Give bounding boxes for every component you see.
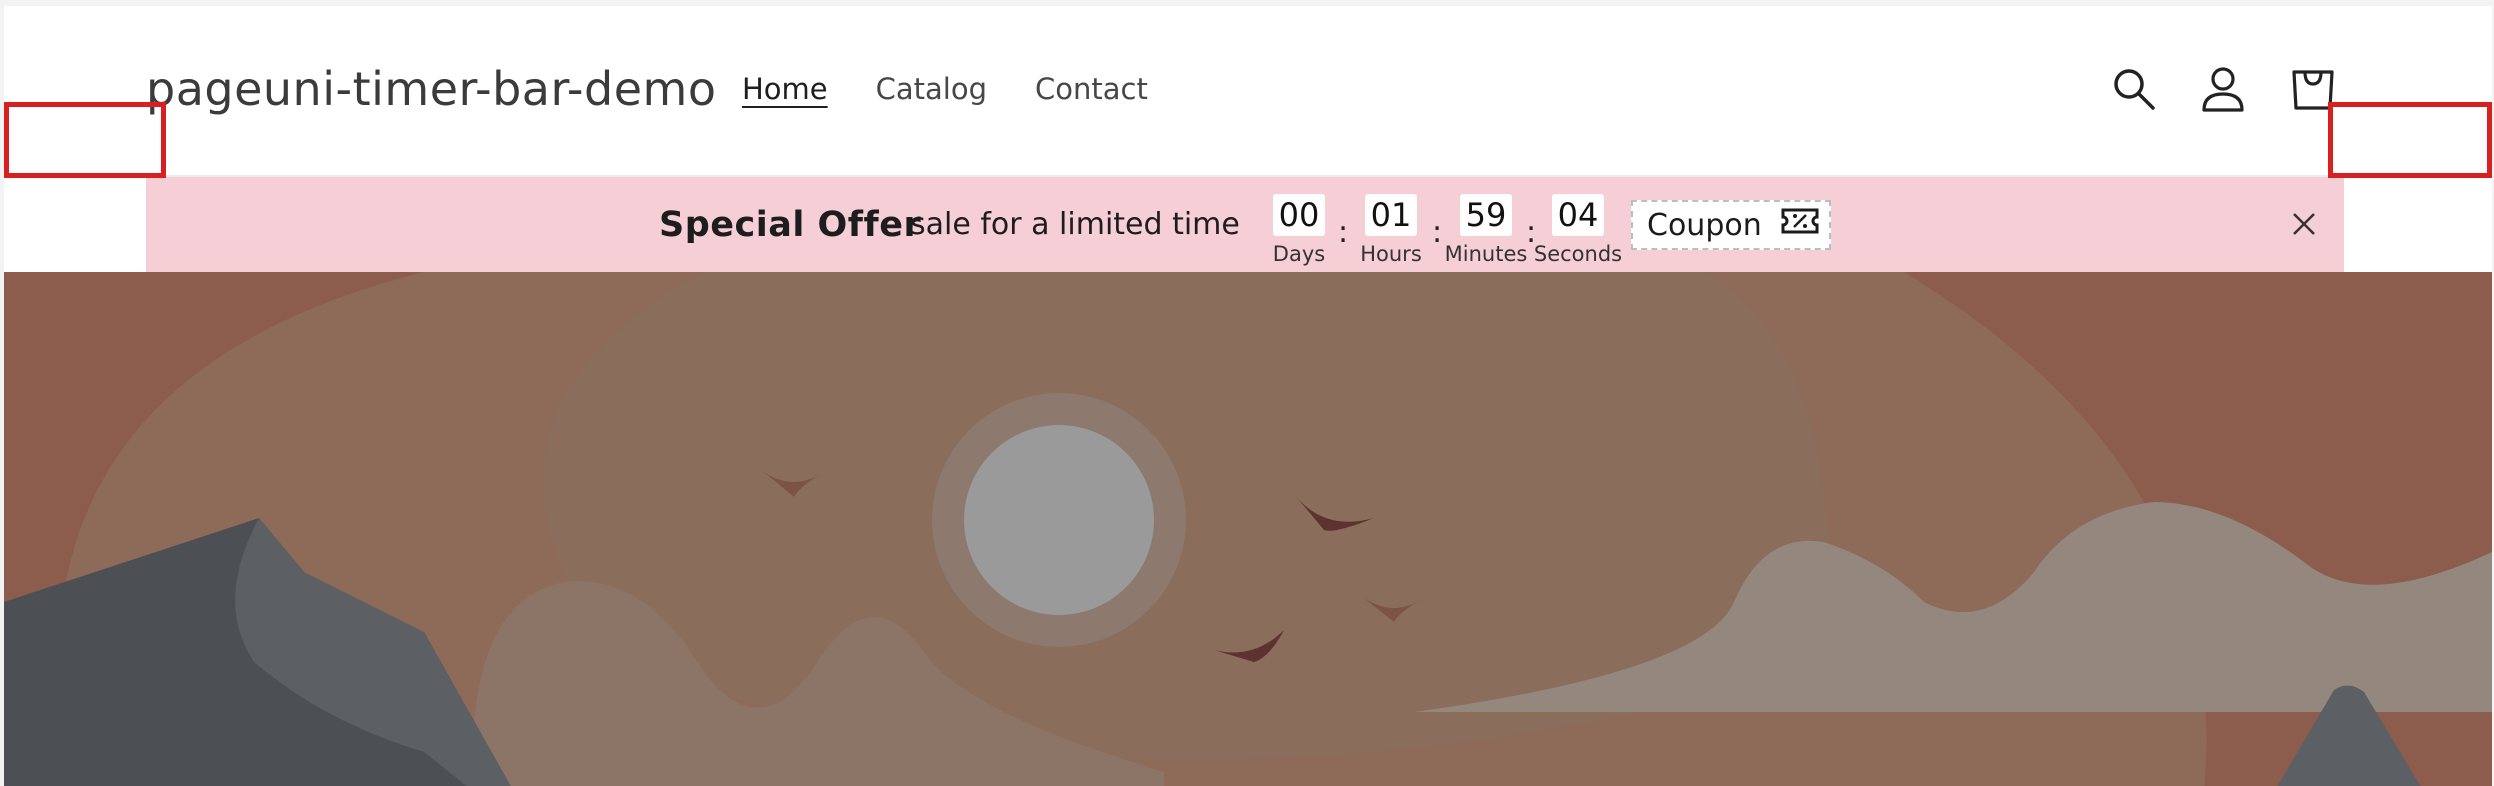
bar-edge-left (4, 177, 146, 272)
countdown-timer-bar: Special Offer sale for a limited time 00… (4, 177, 2492, 272)
timer-seconds: 04 Seconds (1530, 194, 1626, 266)
offer-title: Special Offer (659, 204, 922, 245)
timer-days: 00 Days (1264, 194, 1334, 266)
highlight-box-right (2328, 102, 2492, 178)
search-icon[interactable] (2109, 64, 2159, 114)
timer-days-value: 00 (1272, 194, 1326, 236)
site-brand[interactable]: pageuni-timer-bar-demo (146, 62, 716, 116)
nav-home[interactable]: Home (742, 72, 828, 106)
browser-page: pageuni-timer-bar-demo Home Catalog Cont… (4, 6, 2492, 786)
timer-hours: 01 Hours (1356, 194, 1426, 266)
timer-hours-value: 01 (1364, 194, 1418, 236)
nav-contact[interactable]: Contact (1035, 72, 1148, 106)
bar-edge-right (2344, 177, 2492, 272)
nav-catalog[interactable]: Catalog (876, 72, 987, 106)
account-icon[interactable] (2198, 64, 2248, 114)
coupon-label: Coupon (1647, 207, 1762, 243)
close-icon[interactable] (2290, 210, 2318, 238)
timer-hours-label: Hours (1360, 242, 1422, 266)
coupon-ticket-icon (1780, 206, 1820, 244)
timer-minutes-label: Minutes (1444, 242, 1528, 266)
coupon-button[interactable]: Coupon (1631, 200, 1831, 250)
timer-separator: : (1338, 215, 1349, 250)
timer-seconds-value: 04 (1551, 194, 1605, 236)
timer-minutes: 59 Minutes (1440, 194, 1532, 266)
offer-subtitle: sale for a limited time (910, 207, 1240, 242)
highlight-box-left (4, 102, 166, 178)
timer-days-label: Days (1272, 242, 1326, 266)
timer-seconds-label: Seconds (1533, 242, 1623, 266)
main-nav: Home Catalog Contact (742, 72, 1148, 106)
timer-minutes-value: 59 (1459, 194, 1513, 236)
site-header: pageuni-timer-bar-demo Home Catalog Cont… (4, 6, 2492, 177)
hero-illustration (4, 272, 2492, 786)
